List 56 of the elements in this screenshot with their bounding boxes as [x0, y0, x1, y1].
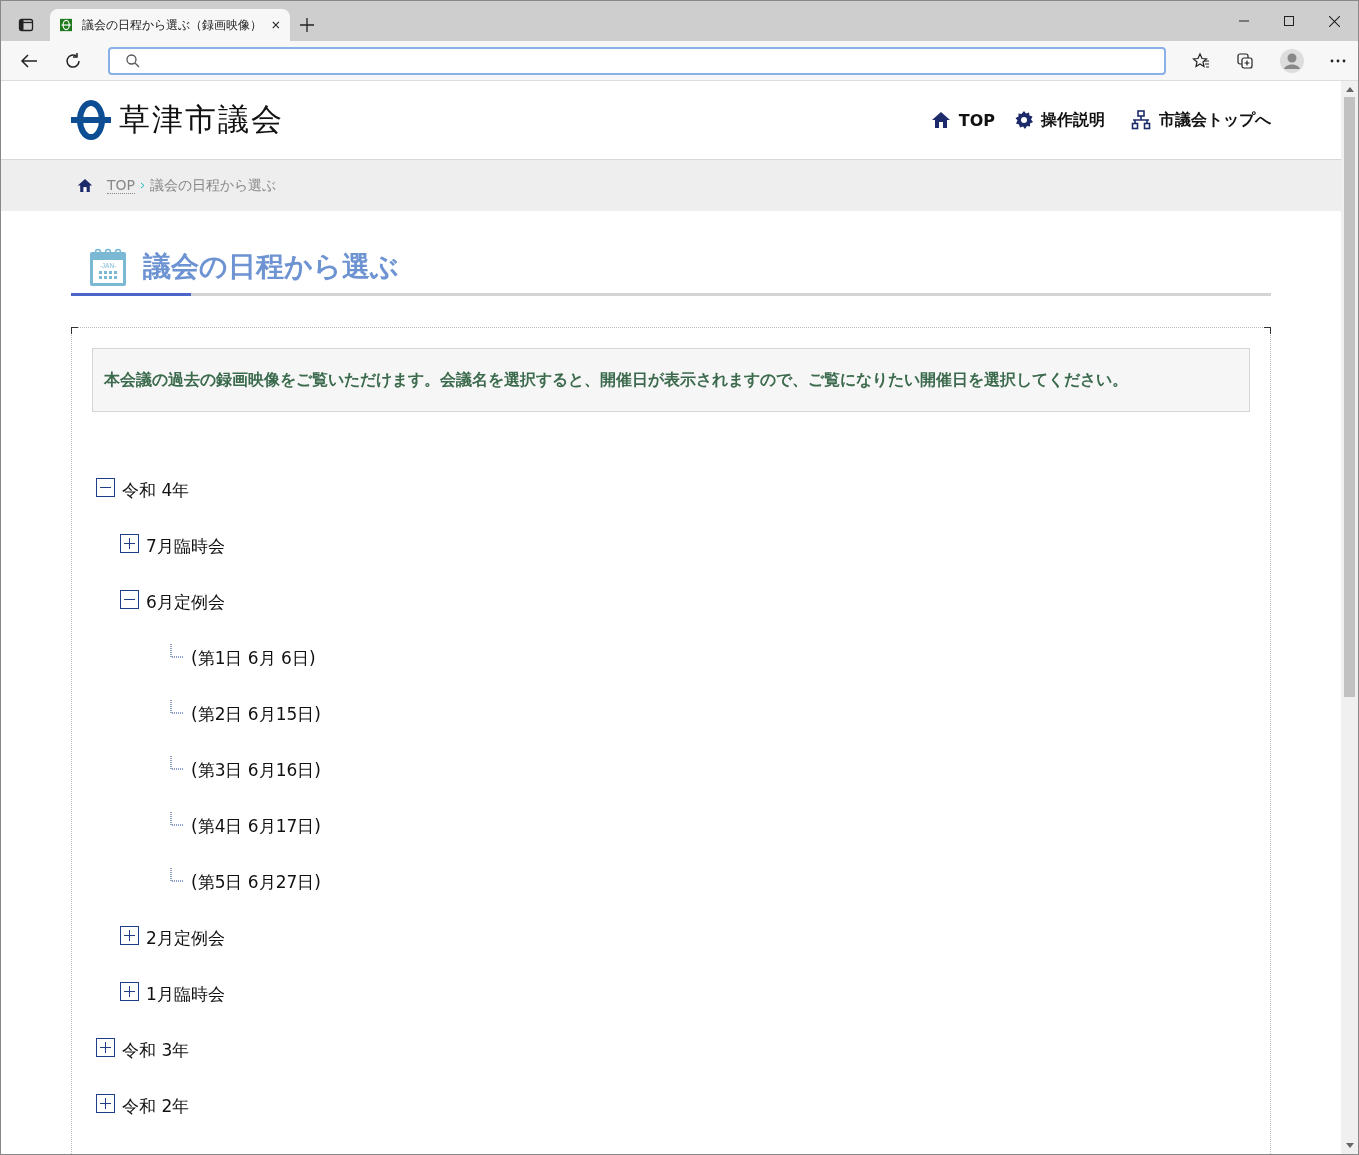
nav-link[interactable]: 市議会トップへ: [1131, 109, 1271, 131]
tree-item[interactable]: (第1日 6月 6日): [191, 646, 316, 670]
scrollbar[interactable]: [1341, 81, 1358, 1154]
home-icon[interactable]: [77, 178, 93, 193]
expand-icon[interactable]: [120, 925, 139, 945]
tree-item[interactable]: 7月臨時会: [146, 534, 225, 558]
close-icon[interactable]: [272, 20, 280, 30]
collections-icon[interactable]: [1236, 51, 1254, 70]
tree-item[interactable]: 2月定例会: [146, 926, 225, 950]
back-arrow-icon[interactable]: [20, 52, 38, 69]
tree-item[interactable]: (第5日 6月27日): [191, 870, 321, 894]
tab-actions-icon[interactable]: [18, 17, 34, 33]
expand-icon[interactable]: [120, 981, 139, 1001]
tree-item[interactable]: 6月定例会: [146, 590, 225, 614]
tree-item[interactable]: (第4日 6月17日): [191, 814, 321, 838]
breadcrumb-current: 議会の日程から選ぶ: [150, 176, 276, 195]
home-icon: [930, 111, 951, 129]
tree-connector-icon: [170, 812, 184, 826]
search-icon: [126, 53, 140, 68]
city-emblem-icon: [71, 100, 111, 140]
nav-link[interactable]: TOP: [930, 109, 995, 131]
collapse-icon[interactable]: [96, 477, 115, 497]
collapse-icon[interactable]: [120, 589, 139, 609]
tab-title: 議会の日程から選ぶ（録画映像）: [82, 16, 263, 34]
nav-link[interactable]: 操作説明: [1015, 109, 1105, 131]
close-icon[interactable]: [1329, 16, 1340, 27]
tree-connector-icon: [170, 868, 184, 882]
browser-tab[interactable]: 議会の日程から選ぶ（録画映像）: [50, 9, 290, 41]
favorites-star-icon[interactable]: [1192, 51, 1210, 70]
expand-icon[interactable]: [120, 533, 139, 553]
expand-icon[interactable]: [96, 1093, 115, 1113]
tree-connector-icon: [170, 700, 184, 714]
site-logo-text[interactable]: 草津市議会: [119, 99, 284, 141]
chevron-icon: [140, 182, 145, 189]
profile-avatar-icon[interactable]: [1280, 48, 1304, 73]
tree-item[interactable]: 令和 3年: [122, 1038, 190, 1062]
tree-connector-icon: [170, 644, 184, 658]
refresh-icon[interactable]: [64, 51, 82, 70]
tree-connector-icon: [170, 756, 184, 770]
tree-item[interactable]: (第2日 6月15日): [191, 702, 321, 726]
more-menu-icon[interactable]: [1330, 58, 1346, 63]
scroll-down-icon[interactable]: [1345, 1143, 1354, 1149]
tree-item[interactable]: 令和 4年: [122, 478, 190, 502]
scrollbar-thumb[interactable]: [1344, 97, 1355, 697]
page-title: 議会の日程から選ぶ: [143, 249, 399, 285]
site-favicon-icon: [60, 17, 73, 33]
notice-box: 本会議の過去の録画映像をご覧いただけます。会議名を選択すると、開催日が表示されますので、ご覧になりたい開催日を選択してください。: [92, 348, 1250, 412]
gear-icon: [1015, 111, 1033, 129]
tree-item[interactable]: 令和 2年: [122, 1094, 190, 1118]
tree-item[interactable]: 1月臨時会: [146, 982, 225, 1006]
tree-item[interactable]: (第3日 6月16日): [191, 758, 321, 782]
expand-icon[interactable]: [96, 1037, 115, 1057]
sitemap-icon: [1131, 110, 1151, 130]
scroll-up-icon[interactable]: [1345, 86, 1354, 92]
maximize-icon[interactable]: [1284, 16, 1294, 26]
new-tab-icon[interactable]: [300, 18, 314, 32]
